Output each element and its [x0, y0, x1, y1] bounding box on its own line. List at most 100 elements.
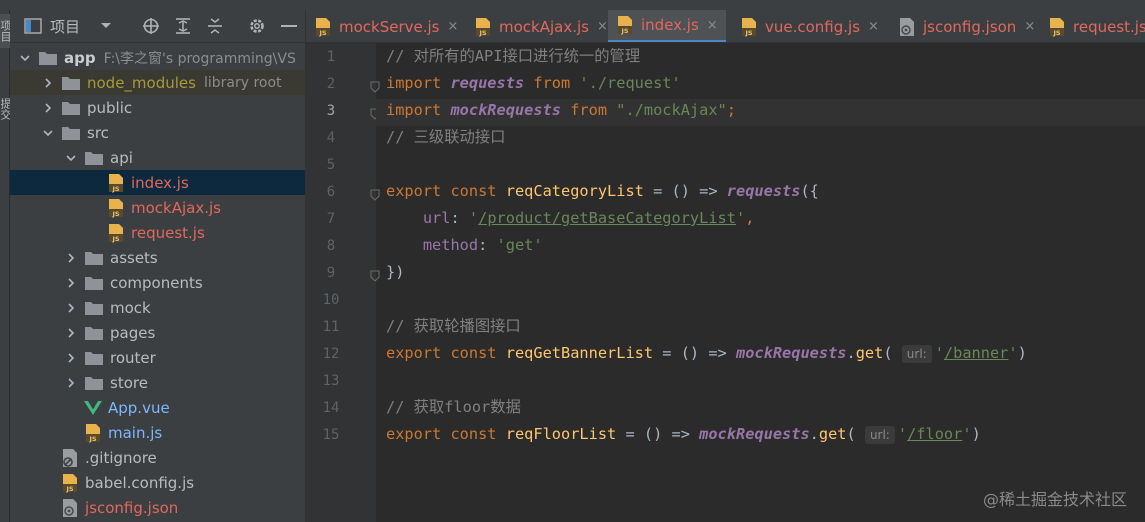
tree-row-label: public: [87, 98, 133, 117]
tree-row-router[interactable]: router: [10, 345, 305, 370]
code-token: .: [809, 425, 819, 443]
code-token: (: [846, 425, 865, 443]
code-token: /banner: [943, 344, 1009, 362]
svg-text:JS: JS: [744, 29, 752, 37]
tree-row-mockajax-js[interactable]: JS mockAjax.js: [10, 195, 305, 220]
tree-row-gitignore[interactable]: .gitignore: [10, 445, 305, 470]
code-line: method: 'get': [386, 232, 543, 259]
tab-label: mockServe.js: [339, 17, 440, 36]
tab-jsconfig-json[interactable]: jsconfig.json ×: [898, 10, 1035, 42]
tree-row-pages[interactable]: pages: [10, 320, 305, 345]
tree-row-public[interactable]: public: [10, 95, 305, 120]
code-token: ': [934, 344, 944, 362]
js-file-icon: JS: [616, 15, 634, 35]
folder-icon: [61, 100, 81, 116]
chevron-right-icon[interactable]: [41, 76, 55, 90]
tab-label: jsconfig.json: [923, 17, 1017, 36]
hide-panel-icon[interactable]: [278, 16, 300, 36]
tree-row-main-js[interactable]: JS main.js: [10, 420, 305, 445]
tree-row-app-vue[interactable]: App.vue: [10, 395, 305, 420]
tree-row-src[interactable]: src: [10, 120, 305, 145]
code-token: // 对所有的API接口进行统一的管理: [386, 47, 641, 65]
tree-row-babel-config-js[interactable]: JS babel.config.js: [10, 470, 305, 495]
tab-vue-config-js[interactable]: JS vue.config.js ×: [740, 10, 879, 42]
vue-file-icon: [84, 400, 102, 416]
tree-row-label: node_modules: [87, 73, 196, 92]
chevron-down-icon[interactable]: [64, 151, 78, 165]
chevron-right-icon[interactable]: [64, 251, 78, 265]
code-token: export const: [386, 182, 506, 200]
code-line: // 三级联动接口: [386, 124, 505, 151]
line-number: 2: [326, 76, 336, 92]
folder-icon: [61, 75, 81, 91]
chevron-right-icon[interactable]: [41, 101, 55, 115]
project-tool-tab[interactable]: 项目: [0, 14, 12, 48]
editor-tab-bar: JS mockServe.js × JS mockAjax.js × JS index.js ×…: [306, 10, 1145, 43]
json-file-icon: [898, 17, 916, 37]
close-icon[interactable]: ×: [597, 19, 608, 34]
code-token: mockRequests: [450, 101, 561, 119]
chevron-down-icon[interactable]: [41, 126, 55, 140]
chevron-right-icon[interactable]: [64, 351, 78, 365]
chevron-right-icon[interactable]: [64, 376, 78, 390]
svg-text:JS: JS: [88, 435, 96, 443]
tree-row-api[interactable]: api: [10, 145, 305, 170]
folder-icon: [84, 300, 104, 316]
tree-row-label: mockAjax.js: [131, 198, 221, 217]
tree-row-jsconfig-json[interactable]: jsconfig.json: [10, 495, 305, 520]
tree-row-node-modules[interactable]: node_modules library root: [10, 70, 305, 95]
editor-area: JS mockServe.js × JS mockAjax.js × JS index.js ×…: [306, 10, 1145, 522]
chevron-right-icon[interactable]: [64, 276, 78, 290]
code-token: /product/getBaseCategoryList: [478, 209, 736, 227]
tree-row-label: store: [110, 373, 148, 392]
tree-row-store[interactable]: store: [10, 370, 305, 395]
tree-row-label: index.js: [131, 173, 189, 192]
json-file-icon: [61, 498, 79, 518]
gear-icon[interactable]: [246, 16, 268, 36]
tree-row-app[interactable]: app F:\李之窗's programming\VS: [10, 45, 305, 70]
js-file-icon: JS: [107, 198, 125, 218]
close-icon[interactable]: ×: [1024, 19, 1035, 34]
code-token: get: [855, 344, 884, 362]
line-number: 9: [326, 265, 336, 281]
tab-mockserve-js[interactable]: JS mockServe.js ×: [314, 10, 459, 42]
line-number: 5: [326, 157, 336, 173]
project-view-title[interactable]: 项目: [50, 16, 90, 36]
line-number: 3: [326, 103, 336, 119]
view-dropdown-icon[interactable]: [96, 16, 116, 36]
tree-row-index-js[interactable]: JS index.js: [10, 170, 305, 195]
tree-row-request-js[interactable]: JS request.js: [10, 220, 305, 245]
tab-index-js[interactable]: JS index.js ×: [608, 10, 726, 42]
chevron-right-icon[interactable]: [64, 326, 78, 340]
locate-file-icon[interactable]: [140, 16, 162, 36]
close-icon[interactable]: ×: [448, 19, 459, 34]
folder-icon: [84, 350, 104, 366]
fold-marker-icon[interactable]: [370, 267, 380, 282]
tree-row-components[interactable]: components: [10, 270, 305, 295]
collapse-all-icon[interactable]: [204, 16, 226, 36]
tree-row-mock[interactable]: mock: [10, 295, 305, 320]
panel-layout-icon: [22, 16, 44, 36]
line-number: 10: [322, 292, 340, 308]
js-file-icon: JS: [314, 17, 332, 37]
chevron-down-icon[interactable]: [18, 51, 32, 65]
js-file-icon: JS: [740, 17, 758, 37]
code-line: export const reqFloorList = () => mockRe…: [386, 421, 981, 448]
gitignore-file-icon: [61, 448, 79, 468]
code-token: './request': [579, 74, 681, 92]
code-token: url: [386, 209, 451, 227]
tab-label: vue.config.js: [765, 17, 861, 36]
tree-row-label: app: [64, 48, 96, 67]
close-icon[interactable]: ×: [868, 19, 879, 34]
fold-marker-icon[interactable]: [370, 186, 380, 201]
chevron-right-icon[interactable]: [64, 301, 78, 315]
js-file-icon: JS: [84, 423, 102, 443]
tree-row-path: library root: [203, 74, 282, 91]
close-icon[interactable]: ×: [707, 18, 718, 33]
code-line: import requests from './request': [386, 70, 681, 97]
tree-row-assets[interactable]: assets: [10, 245, 305, 270]
tab-request-js[interactable]: JS request.js: [1048, 10, 1145, 42]
fold-marker-icon[interactable]: [370, 78, 380, 93]
tab-mockajax-js[interactable]: JS mockAjax.js ×: [474, 10, 608, 42]
expand-all-icon[interactable]: [172, 16, 194, 36]
